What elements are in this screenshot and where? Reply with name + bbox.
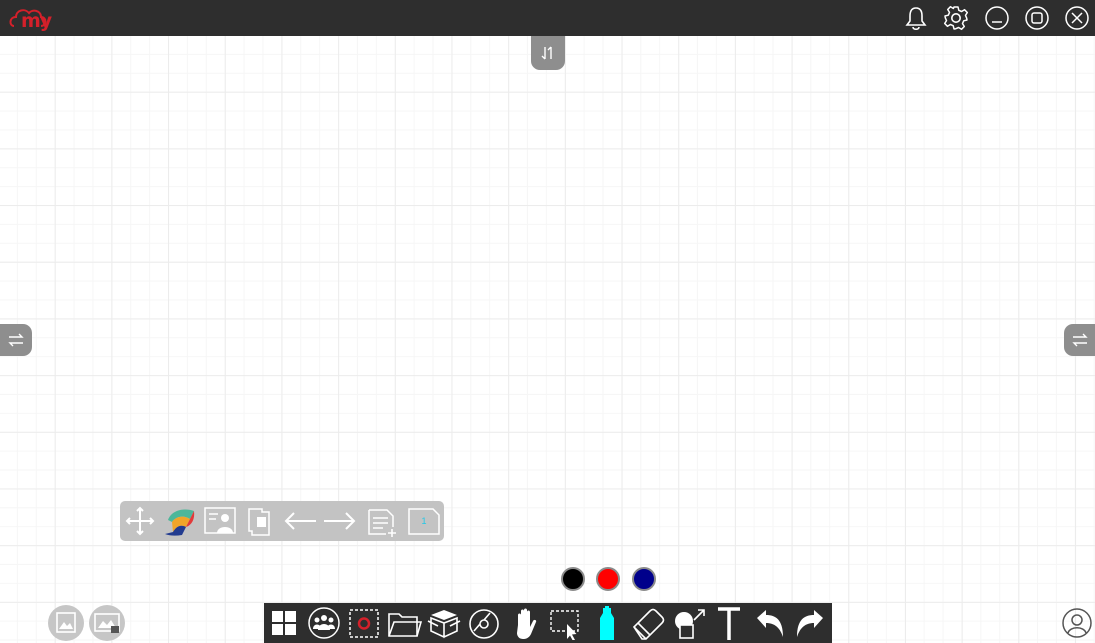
move-icon[interactable] [122, 505, 158, 537]
right-panel-toggle[interactable] [1064, 324, 1095, 356]
presenter-icon[interactable] [202, 505, 238, 537]
maximize-icon[interactable] [1023, 4, 1051, 32]
minimize-icon[interactable] [983, 4, 1011, 32]
left-panel-toggle[interactable] [0, 324, 32, 356]
redo-icon[interactable] [792, 606, 828, 640]
undo-icon[interactable] [752, 606, 788, 640]
whiteboard-canvas[interactable] [0, 36, 1095, 643]
page-counter[interactable]: 1 [406, 505, 442, 537]
add-page-icon[interactable] [364, 505, 400, 537]
next-page-icon[interactable] [322, 505, 358, 537]
participants-icon[interactable] [306, 606, 342, 640]
gear-icon[interactable] [942, 4, 970, 32]
title-bar: my [0, 0, 1095, 36]
shape-icon[interactable] [670, 606, 706, 640]
page-template-icon[interactable] [242, 505, 278, 537]
text-icon[interactable] [712, 606, 748, 640]
select-icon[interactable] [548, 606, 584, 640]
windows-icon[interactable] [266, 606, 302, 640]
media-disc-icon[interactable] [466, 606, 502, 640]
color-black[interactable] [561, 567, 585, 591]
color-red[interactable] [596, 567, 620, 591]
main-toolbar [264, 603, 832, 643]
highlighter-icon[interactable] [590, 606, 626, 640]
folder-icon[interactable] [386, 606, 422, 640]
app-logo[interactable]: my [8, 4, 52, 32]
gallery-icon[interactable] [48, 605, 84, 641]
swap-vertical-icon [541, 46, 552, 60]
page-toolbar: 1 [120, 501, 444, 541]
user-profile-icon[interactable] [1061, 607, 1093, 639]
current-page-number: 1 [421, 516, 427, 526]
bell-icon[interactable] [902, 4, 930, 32]
color-navy[interactable] [632, 567, 656, 591]
logo-text: my [21, 10, 52, 32]
toolbox-icon[interactable] [426, 606, 462, 640]
eraser-icon[interactable] [630, 606, 666, 640]
swap-horizontal-icon [1072, 333, 1088, 347]
top-panel-toggle[interactable] [531, 36, 565, 70]
swap-horizontal-icon [8, 333, 24, 347]
hand-pan-icon[interactable] [508, 606, 544, 640]
previous-page-icon[interactable] [282, 505, 318, 537]
background-gallery-icon[interactable] [89, 605, 125, 641]
palette-icon[interactable] [162, 505, 198, 537]
screen-record-icon[interactable] [346, 606, 382, 640]
close-icon[interactable] [1063, 4, 1091, 32]
